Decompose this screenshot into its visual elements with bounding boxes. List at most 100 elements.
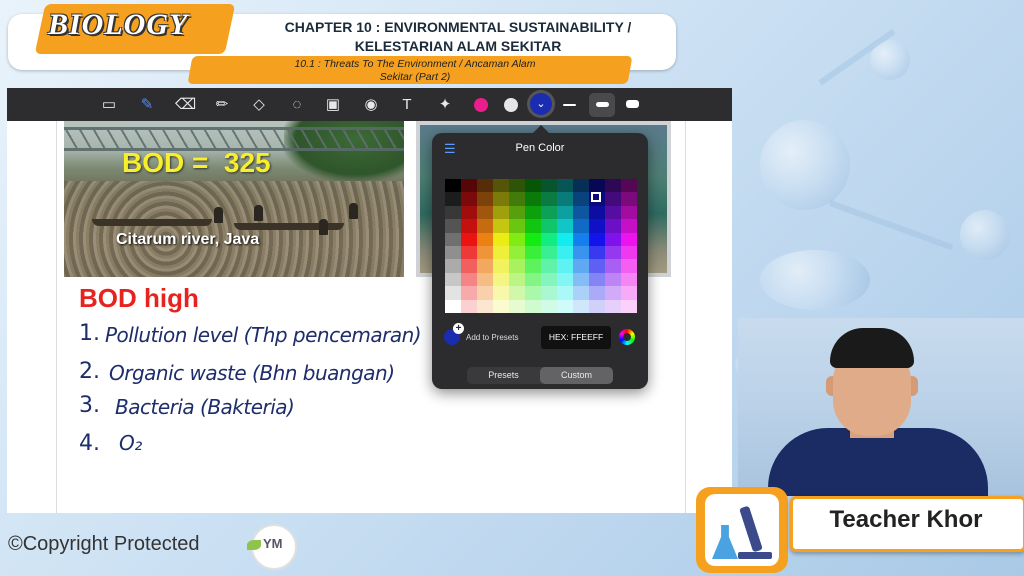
image-icon[interactable]: ▣ [323, 95, 343, 115]
color-cell[interactable] [477, 272, 493, 287]
color-cell[interactable] [621, 286, 637, 300]
color-cell[interactable] [605, 245, 621, 260]
color-cell[interactable] [605, 259, 621, 273]
color-cell[interactable] [461, 272, 477, 287]
color-cell[interactable] [573, 245, 589, 260]
plus-icon[interactable]: + [453, 323, 464, 334]
color-cell[interactable] [621, 192, 637, 206]
color-cell[interactable] [605, 219, 621, 233]
color-cell[interactable] [461, 259, 477, 273]
color-cell[interactable] [557, 259, 573, 273]
color-cell[interactable] [525, 192, 541, 206]
color-cell[interactable] [461, 192, 477, 206]
color-cell[interactable] [509, 179, 525, 193]
color-cell[interactable] [477, 179, 493, 193]
color-cell[interactable] [445, 232, 461, 246]
color-cell[interactable] [621, 179, 637, 193]
color-cell[interactable] [445, 259, 461, 273]
color-cell[interactable] [461, 219, 477, 233]
color-cell[interactable] [573, 259, 589, 273]
color-cell[interactable] [445, 192, 461, 206]
hex-input[interactable]: HEX: FFEEFF [541, 326, 611, 349]
color-cell[interactable] [477, 245, 493, 260]
color-cell[interactable] [461, 205, 477, 220]
color-cell[interactable] [509, 232, 525, 246]
color-cell[interactable] [509, 272, 525, 287]
color-cell[interactable] [541, 245, 557, 260]
color-cell[interactable] [621, 219, 637, 233]
highlighter-icon[interactable]: ✏ [212, 95, 232, 115]
color-cell[interactable] [605, 205, 621, 220]
color-grid[interactable] [445, 179, 637, 313]
eraser-icon[interactable]: ⌫ [175, 95, 196, 115]
color-cell[interactable] [605, 299, 621, 313]
pen-icon[interactable]: ✎ [137, 95, 157, 115]
color-cell[interactable] [589, 179, 605, 193]
color-cell[interactable] [493, 219, 509, 233]
text-icon[interactable]: T [397, 95, 417, 115]
color-cell[interactable] [557, 179, 573, 193]
color-cell[interactable] [493, 272, 509, 287]
color-cell[interactable] [573, 286, 589, 300]
color-cell[interactable] [445, 245, 461, 260]
color-cell[interactable] [605, 192, 621, 206]
color-cell[interactable] [525, 272, 541, 287]
shapes-icon[interactable]: ◇ [249, 95, 269, 115]
color-cell[interactable] [461, 232, 477, 246]
color-cell[interactable] [557, 272, 573, 287]
color-cell[interactable] [557, 245, 573, 260]
add-to-presets-label[interactable]: Add to Presets [466, 333, 518, 342]
color-cell[interactable] [557, 286, 573, 300]
color-cell[interactable] [541, 259, 557, 273]
color-cell[interactable] [621, 205, 637, 220]
color-cell[interactable] [621, 259, 637, 273]
color-cell[interactable] [445, 299, 461, 313]
color-cell[interactable] [509, 205, 525, 220]
color-cell[interactable] [461, 299, 477, 313]
color-cell[interactable] [509, 299, 525, 313]
color-cell[interactable] [541, 286, 557, 300]
color-cell[interactable] [445, 286, 461, 300]
color-cell[interactable] [589, 286, 605, 300]
color-cell[interactable] [493, 259, 509, 273]
color-cell[interactable] [573, 179, 589, 193]
color-cell[interactable] [509, 286, 525, 300]
color-cell[interactable] [557, 232, 573, 246]
color-cell[interactable] [557, 219, 573, 233]
color-cell[interactable] [525, 245, 541, 260]
color-cell[interactable] [493, 299, 509, 313]
color-cell[interactable] [493, 192, 509, 206]
color-cell[interactable] [477, 232, 493, 246]
color-cell[interactable] [621, 232, 637, 246]
color-cell[interactable] [445, 219, 461, 233]
color-cell[interactable] [525, 179, 541, 193]
color-cell[interactable] [477, 219, 493, 233]
color-cell[interactable] [477, 205, 493, 220]
color-cell[interactable] [493, 205, 509, 220]
color-cell[interactable] [605, 286, 621, 300]
color-cell[interactable] [573, 205, 589, 220]
color-cell[interactable] [477, 286, 493, 300]
color-cell[interactable] [477, 299, 493, 313]
color-cell[interactable] [621, 299, 637, 313]
color-cell[interactable] [621, 245, 637, 260]
color-cell[interactable] [589, 219, 605, 233]
color-cell[interactable] [477, 192, 493, 206]
color-cell[interactable] [461, 286, 477, 300]
color-cell[interactable] [605, 232, 621, 246]
color-cell[interactable] [573, 299, 589, 313]
color-cell[interactable] [557, 299, 573, 313]
color-cell[interactable] [525, 299, 541, 313]
color-cell[interactable] [525, 286, 541, 300]
color-swatch-pink[interactable] [474, 98, 488, 112]
color-cell[interactable] [589, 259, 605, 273]
color-cell[interactable] [525, 219, 541, 233]
tab-presets[interactable]: Presets [467, 367, 540, 384]
color-cell[interactable] [589, 299, 605, 313]
color-cell[interactable] [573, 219, 589, 233]
color-cell[interactable] [461, 179, 477, 193]
color-cell[interactable] [589, 245, 605, 260]
color-cell[interactable] [445, 205, 461, 220]
camera-icon[interactable]: ◉ [361, 95, 381, 115]
color-cell[interactable] [541, 272, 557, 287]
